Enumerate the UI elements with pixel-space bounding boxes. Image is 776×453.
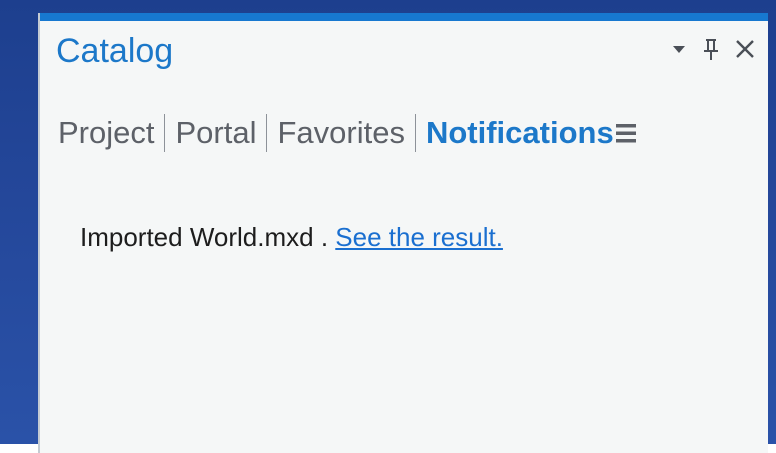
close-icon[interactable] — [734, 38, 756, 60]
notification-separator: . — [313, 222, 336, 252]
notification-message: Imported World.mxd . See the result. — [80, 219, 503, 255]
pin-icon[interactable] — [702, 36, 720, 62]
tab-notifications[interactable]: Notifications — [426, 113, 614, 153]
catalog-tabs: Project Portal Favorites Notifications — [58, 113, 637, 153]
tab-favorites[interactable]: Favorites — [277, 113, 404, 153]
tab-portal[interactable]: Portal — [175, 113, 256, 153]
chevron-down-icon[interactable] — [670, 43, 688, 55]
notification-prefix: Imported — [80, 222, 190, 252]
tab-separator — [164, 114, 166, 152]
catalog-pane: Catalog Project Portal Favorites Notific… — [38, 13, 768, 453]
see-result-link[interactable]: See the result. — [335, 222, 503, 252]
pane-accent-bar — [40, 13, 768, 21]
pane-title: Catalog — [56, 32, 174, 70]
tab-project[interactable]: Project — [58, 113, 154, 153]
desktop-background: Catalog Project Portal Favorites Notific… — [0, 0, 776, 453]
hamburger-menu-icon[interactable] — [615, 121, 637, 145]
notification-item: World.mxd — [189, 222, 314, 252]
tab-separator — [266, 114, 268, 152]
tab-separator — [414, 114, 416, 152]
pane-title-controls — [670, 31, 756, 67]
